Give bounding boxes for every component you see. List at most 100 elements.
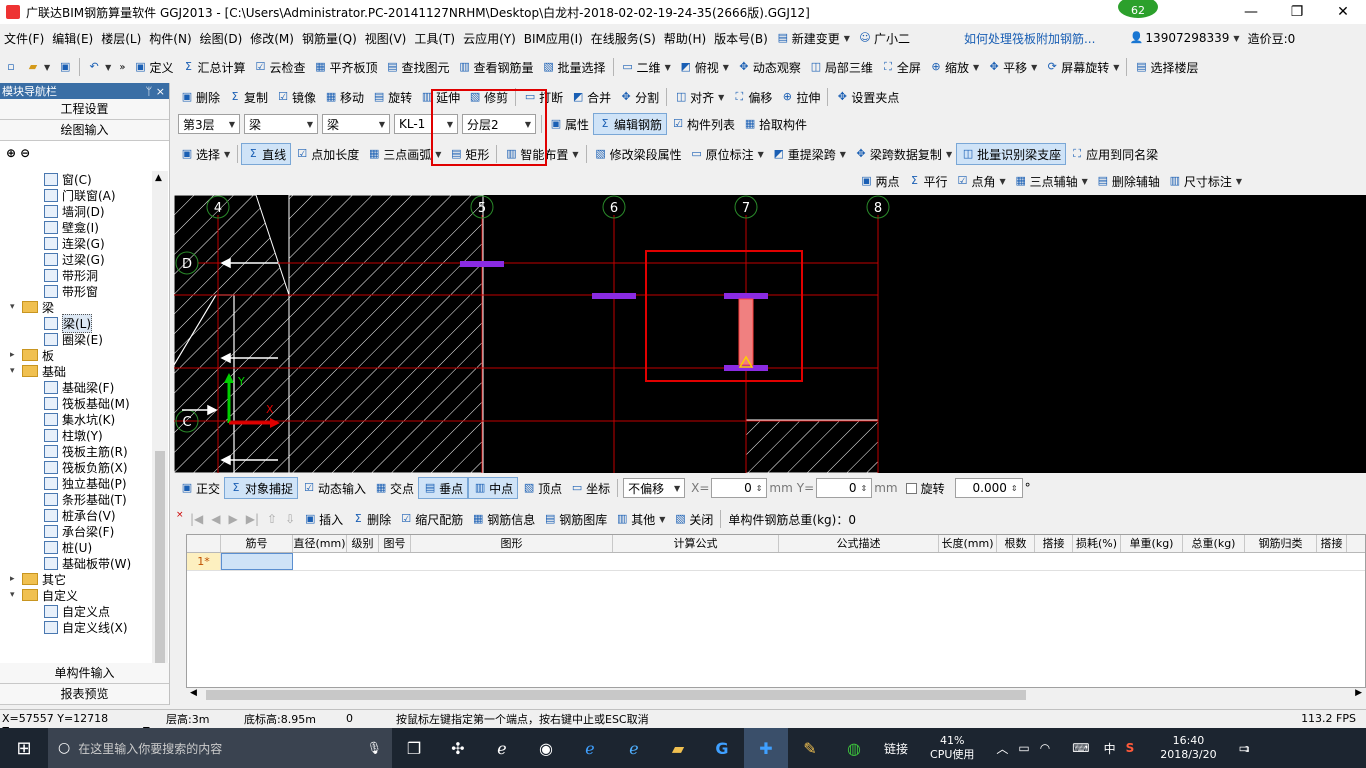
- snap-button-7[interactable]: ▭ 坐标: [566, 477, 614, 499]
- tree-item[interactable]: ▾ 基础: [0, 363, 152, 379]
- tb1-button-8[interactable]: ◩ 俯视 ▼: [675, 56, 733, 78]
- menu-item-4[interactable]: 绘图(D): [196, 27, 247, 49]
- notes-app-icon[interactable]: ✎: [788, 728, 832, 768]
- tree-item[interactable]: 桩(U): [0, 539, 152, 555]
- start-button[interactable]: ⊞: [0, 728, 48, 768]
- menu-item-1[interactable]: 编辑(E): [48, 27, 97, 49]
- tb1-button-11[interactable]: ⛶ 全屏: [877, 56, 925, 78]
- ime-indicator[interactable]: 中: [1104, 740, 1116, 757]
- tb2-button-1[interactable]: Σ 复制: [224, 86, 272, 108]
- tb4-button-2[interactable]: ☑ 点加长度: [291, 143, 363, 165]
- tree-expand-icon[interactable]: ▸: [10, 574, 20, 584]
- snap-button-6[interactable]: ▧ 顶点: [518, 477, 566, 499]
- overflow-button[interactable]: »: [115, 56, 129, 78]
- expand-all-icon[interactable]: ⊕: [6, 146, 16, 160]
- taskbar-search[interactable]: ○ 在这里输入你要搜索的内容 🎙: [48, 728, 392, 768]
- gridtb-button-5[interactable]: ▥ 其他 ▼: [611, 508, 669, 530]
- task-view-icon[interactable]: ❐: [392, 728, 436, 768]
- menu-item-6[interactable]: 钢筋量(Q): [298, 27, 361, 49]
- collapse-all-icon[interactable]: ⊖: [20, 146, 30, 160]
- column-header-10[interactable]: 损耗(%): [1073, 535, 1121, 552]
- new-file-button[interactable]: ▫: [0, 56, 22, 78]
- nav-section-button-1[interactable]: 绘图输入: [0, 120, 169, 141]
- glodon-g-icon[interactable]: G: [700, 728, 744, 768]
- gridtb-button-4[interactable]: ▤ 钢筋图库: [539, 508, 611, 530]
- column-header-2[interactable]: 级别: [347, 535, 379, 552]
- tree-item[interactable]: 柱墩(Y): [0, 427, 152, 443]
- tb2-button-12[interactable]: ⊕ 拉伸: [776, 86, 824, 108]
- prev-record-button[interactable]: ◀: [207, 508, 224, 530]
- action-center-icon[interactable]: ▭ 1: [1239, 741, 1250, 755]
- tree-item[interactable]: 墙洞(D): [0, 203, 152, 219]
- tb3-button-1[interactable]: Σ 编辑钢筋: [593, 113, 668, 135]
- tree-item[interactable]: 梁(L): [0, 313, 152, 333]
- file-explorer-icon[interactable]: ▰: [656, 728, 700, 768]
- tb1-button-2[interactable]: ☑ 云检查: [249, 56, 309, 78]
- menu-item-11[interactable]: 在线服务(S): [587, 27, 660, 49]
- rotate-checkbox[interactable]: [905, 482, 917, 494]
- ggj-app-icon[interactable]: ✚: [744, 728, 788, 768]
- tree-item[interactable]: 过梁(G): [0, 251, 152, 267]
- tree-item[interactable]: 筏板基础(M): [0, 395, 152, 411]
- tb1-button-12[interactable]: ⊕ 缩放 ▼: [925, 56, 983, 78]
- rebar-number-cell[interactable]: [221, 553, 293, 570]
- wifi-icon[interactable]: ◠: [1040, 741, 1050, 755]
- tb1-button-7[interactable]: ▭ 二维 ▼: [617, 56, 675, 78]
- minimize-button[interactable]: —: [1228, 0, 1274, 24]
- nav-section-button-0[interactable]: 工程设置: [0, 99, 169, 120]
- gridtb-button-3[interactable]: ▦ 钢筋信息: [467, 508, 539, 530]
- column-header-3[interactable]: 图号: [379, 535, 411, 552]
- tb2-button-9[interactable]: ✥ 分割: [615, 86, 663, 108]
- tb4-button-1[interactable]: Σ 直线: [241, 143, 292, 165]
- tree-expand-icon[interactable]: ▾: [10, 590, 20, 600]
- column-header-1[interactable]: 直径(mm): [293, 535, 347, 552]
- tree-item[interactable]: 筏板主筋(R): [0, 443, 152, 459]
- tb5-button-3[interactable]: ▦ 三点辅轴 ▼: [1010, 170, 1092, 192]
- menu-item-2[interactable]: 楼层(L): [97, 27, 145, 49]
- tb1-button-9[interactable]: ✥ 动态观察: [733, 56, 805, 78]
- y-coord-input[interactable]: 0 ⇕: [816, 478, 873, 498]
- tree-item[interactable]: 圈梁(E): [0, 331, 152, 347]
- column-header-5[interactable]: 计算公式: [613, 535, 779, 552]
- tree-item[interactable]: 门联窗(A): [0, 187, 152, 203]
- save-button[interactable]: ▣: [54, 56, 76, 78]
- tree-item[interactable]: 带形洞: [0, 267, 152, 283]
- tb5-button-0[interactable]: ▣ 两点: [855, 170, 903, 192]
- grid-hscroll[interactable]: ◀ ▶: [186, 688, 1366, 702]
- tree-expand-icon[interactable]: ▾: [10, 366, 20, 376]
- move-up-button[interactable]: ⇧: [263, 508, 281, 530]
- tree-item[interactable]: 带形窗: [0, 283, 152, 299]
- gridtb-button-6[interactable]: ▧ 关闭: [669, 508, 717, 530]
- tree-item[interactable]: 桩承台(V): [0, 507, 152, 523]
- x-coord-input[interactable]: 0 ⇕: [711, 478, 768, 498]
- snap-button-2[interactable]: ☑ 动态输入: [298, 477, 370, 499]
- gridtb-button-0[interactable]: ▣ 插入: [299, 508, 347, 530]
- tree-item[interactable]: 连梁(G): [0, 235, 152, 251]
- user-account[interactable]: 👤 13907298339 ▼: [1125, 27, 1243, 49]
- tree-scrollbar[interactable]: ▲ ▼: [152, 171, 168, 721]
- close-button[interactable]: ✕: [1320, 0, 1366, 24]
- tb2-button-10[interactable]: ◫ 对齐 ▼: [670, 86, 728, 108]
- taskbar-link[interactable]: 链接: [884, 740, 908, 757]
- tb1-button-3[interactable]: ▦ 平齐板顶: [309, 56, 381, 78]
- menu-item-7[interactable]: 视图(V): [361, 27, 411, 49]
- nav-bottom-button-1[interactable]: 报表预览: [0, 684, 169, 705]
- last-record-button[interactable]: ▶|: [242, 508, 263, 530]
- table-row[interactable]: 1*: [187, 553, 1365, 571]
- menu-item-8[interactable]: 工具(T): [410, 27, 459, 49]
- coins-label[interactable]: 造价豆:0: [1244, 27, 1300, 49]
- tb1-button-1[interactable]: Σ 汇总计算: [177, 56, 249, 78]
- column-header-6[interactable]: 公式描述: [779, 535, 939, 552]
- menu-item-5[interactable]: 修改(M): [246, 27, 298, 49]
- tb3-button-0[interactable]: ▣ 属性: [545, 113, 593, 135]
- rebar-grid[interactable]: 筋号 直径(mm) 级别 图号 图形 计算公式 公式描述 长度(mm) 根数 搭接 损耗(%) 单重(…: [186, 534, 1366, 688]
- tree-item[interactable]: 基础板带(W): [0, 555, 152, 571]
- guangxiaoer-button[interactable]: ☺ 广小二: [854, 27, 914, 49]
- snap-button-5[interactable]: ▥ 中点: [468, 477, 519, 499]
- edge-browser-icon[interactable]: ℯ: [568, 728, 612, 768]
- tree-item[interactable]: ▸ 板: [0, 347, 152, 363]
- tree-item[interactable]: 集水坑(K): [0, 411, 152, 427]
- gridtb-button-2[interactable]: ☑ 缩尺配筋: [395, 508, 467, 530]
- tb3-button-3[interactable]: ▦ 拾取构件: [739, 113, 811, 135]
- tb4-button-10[interactable]: ◫ 批量识别梁支座: [956, 143, 1067, 165]
